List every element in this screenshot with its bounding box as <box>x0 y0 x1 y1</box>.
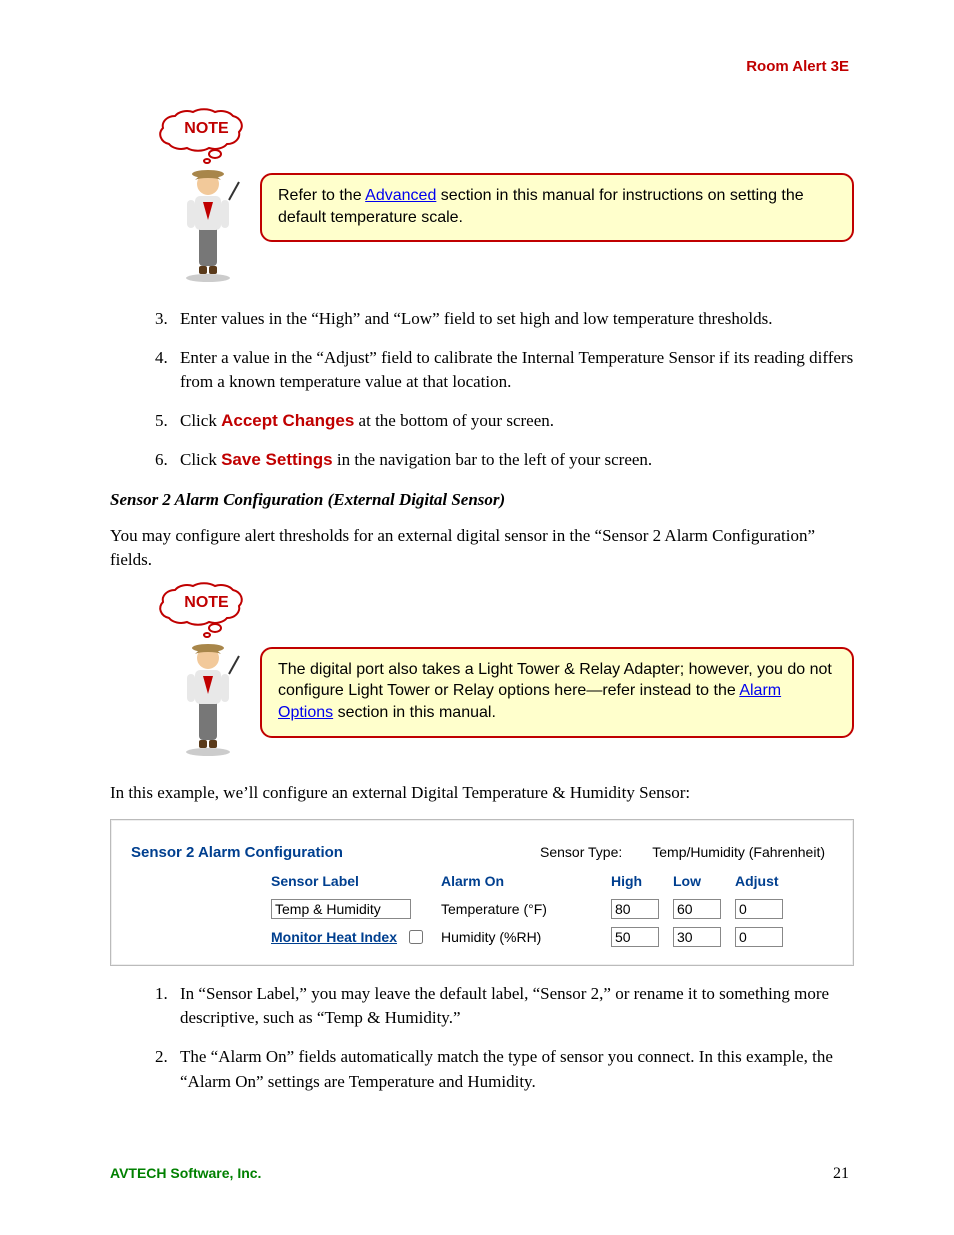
humidity-adjust-input[interactable] <box>735 927 783 947</box>
note1-text-pre: Refer to the <box>278 187 365 204</box>
save-settings-action: Save Settings <box>221 450 333 469</box>
hdr-low: Low <box>673 873 735 891</box>
footer-company: AVTECH Software, Inc. <box>110 1165 261 1181</box>
professor-icon <box>173 636 260 761</box>
monitor-heat-index-checkbox[interactable] <box>409 930 423 944</box>
step-6-pre: Click <box>180 450 221 469</box>
alarm-on-temp: Temperature (°F) <box>441 901 611 917</box>
note-figure-2: NOTE <box>145 582 260 761</box>
note-block-2: NOTE The digi <box>145 582 854 761</box>
professor-icon <box>173 162 260 287</box>
subheading-sensor2: Sensor 2 Alarm Configuration (External D… <box>110 490 854 510</box>
sensor-type-label: Sensor Type: <box>540 844 622 860</box>
step-b2: The “Alarm On” fields automatically matc… <box>172 1045 854 1094</box>
note-bubble-label: NOTE <box>153 594 260 612</box>
hdr-alarm-on: Alarm On <box>441 873 611 891</box>
sensor2-config-panel: Sensor 2 Alarm Configuration Sensor Type… <box>110 819 854 966</box>
thought-bubble-icon: NOTE <box>153 582 260 638</box>
thought-bubble-icon: NOTE <box>153 108 260 164</box>
note2-text-post: section in this manual. <box>333 704 496 721</box>
header-product: Room Alert 3E <box>746 58 849 75</box>
note-box-1: Refer to the Advanced section in this ma… <box>260 173 854 242</box>
note-block-1: NOTE Refer to <box>145 108 854 287</box>
step-5-pre: Click <box>180 411 221 430</box>
note1-link-advanced[interactable]: Advanced <box>365 187 436 204</box>
accept-changes-action: Accept Changes <box>221 411 354 430</box>
steps-list-b: In “Sensor Label,” you may leave the def… <box>110 982 854 1095</box>
step-b1: In “Sensor Label,” you may leave the def… <box>172 982 854 1031</box>
steps-list-a: Enter values in the “High” and “Low” fie… <box>110 307 854 472</box>
step-3: Enter values in the “High” and “Low” fie… <box>172 307 854 332</box>
paragraph-sensor2-intro: You may configure alert thresholds for a… <box>110 524 854 572</box>
note-bubble-label: NOTE <box>153 120 260 138</box>
config-title: Sensor 2 Alarm Configuration <box>131 844 431 861</box>
temp-adjust-input[interactable] <box>735 899 783 919</box>
step-4: Enter a value in the “Adjust” field to c… <box>172 346 854 395</box>
step-6-post: in the navigation bar to the left of you… <box>333 450 653 469</box>
hdr-adjust: Adjust <box>735 873 801 891</box>
note-box-2: The digital port also takes a Light Towe… <box>260 647 854 738</box>
paragraph-example-intro: In this example, we’ll configure an exte… <box>110 781 854 805</box>
monitor-heat-index-link[interactable]: Monitor Heat Index <box>271 929 397 945</box>
step-5-post: at the bottom of your screen. <box>354 411 554 430</box>
alarm-on-humidity: Humidity (%RH) <box>441 929 611 945</box>
step-6: Click Save Settings in the navigation ba… <box>172 448 854 473</box>
hdr-high: High <box>611 873 673 891</box>
humidity-high-input[interactable] <box>611 927 659 947</box>
humidity-low-input[interactable] <box>673 927 721 947</box>
sensor-label-input[interactable] <box>271 899 411 919</box>
note-figure-1: NOTE <box>145 108 260 287</box>
hdr-sensor-label: Sensor Label <box>271 873 441 891</box>
temp-low-input[interactable] <box>673 899 721 919</box>
temp-high-input[interactable] <box>611 899 659 919</box>
sensor-type-value: Temp/Humidity (Fahrenheit) <box>652 844 825 860</box>
step-5: Click Accept Changes at the bottom of yo… <box>172 409 854 434</box>
footer-page-number: 21 <box>833 1165 849 1183</box>
